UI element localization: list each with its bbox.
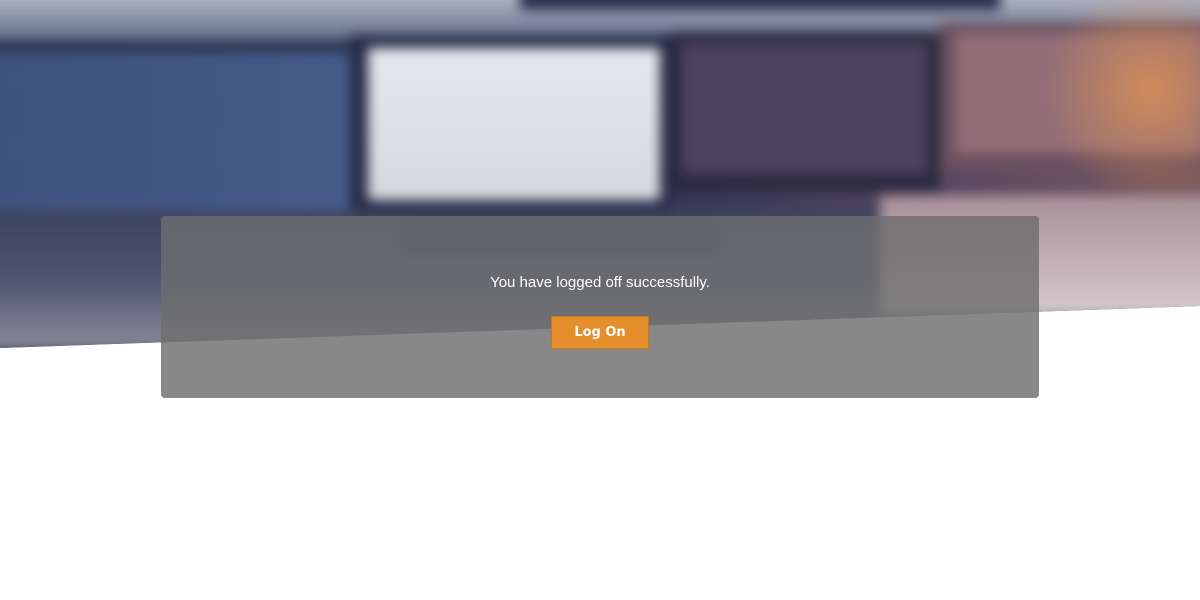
logoff-page: You have logged off successfully. Log On bbox=[0, 0, 1200, 600]
logoff-panel: You have logged off successfully. Log On bbox=[161, 216, 1039, 398]
log-on-button[interactable]: Log On bbox=[551, 316, 649, 349]
logoff-message: You have logged off successfully. bbox=[490, 274, 710, 291]
